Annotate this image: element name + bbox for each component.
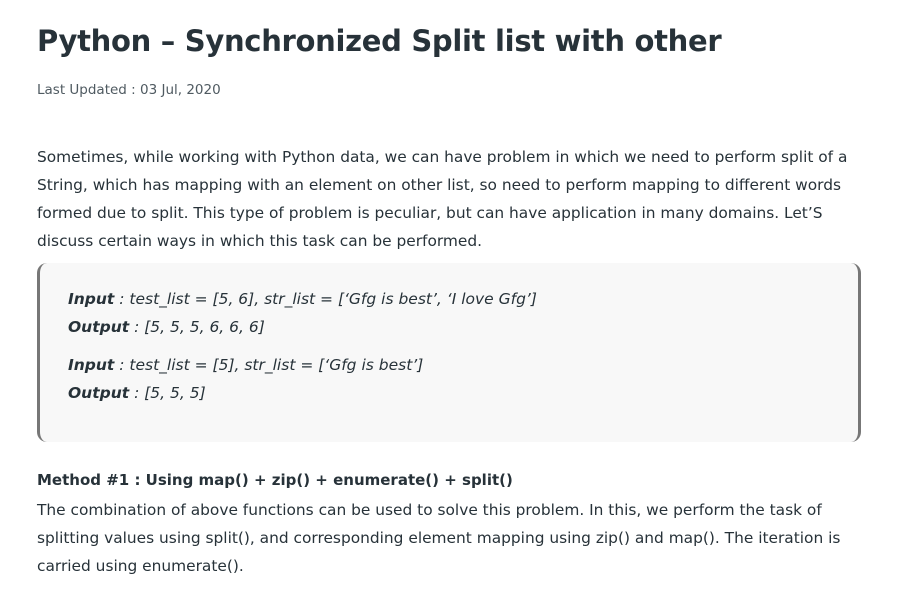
- intro-paragraph: Sometimes, while working with Python dat…: [37, 148, 848, 250]
- example-2-input-label: Input: [68, 356, 115, 374]
- method-description: The combination of above functions can b…: [37, 501, 841, 575]
- article-title: Python – Synchronized Split list with ot…: [37, 24, 722, 58]
- example-2-output: Output : [5, 5, 5]: [68, 384, 206, 402]
- example-1-input: Input : test_list = [5, 6], str_list = […: [68, 290, 537, 308]
- example-1-output-value: : [5, 5, 5, 6, 6, 6]: [129, 318, 265, 336]
- last-updated-date: Last Updated : 03 Jul, 2020: [37, 82, 221, 98]
- example-2-input: Input : test_list = [5], str_list = [‘Gf…: [68, 356, 423, 374]
- example-1-input-value: : test_list = [5, 6], str_list = [‘Gfg i…: [114, 290, 537, 308]
- example-box: Input : test_list = [5, 6], str_list = […: [37, 263, 861, 442]
- example-1-output-label: Output: [68, 318, 130, 336]
- example-2-output-value: : [5, 5, 5]: [129, 384, 206, 402]
- example-1-output: Output : [5, 5, 5, 6, 6, 6]: [68, 318, 265, 336]
- example-2-input-value: : test_list = [5], str_list = [‘Gfg is b…: [114, 356, 424, 374]
- example-2-output-label: Output: [68, 384, 130, 402]
- method-heading: Method #1 : Using map() + zip() + enumer…: [37, 471, 513, 489]
- example-1-input-label: Input: [68, 290, 115, 308]
